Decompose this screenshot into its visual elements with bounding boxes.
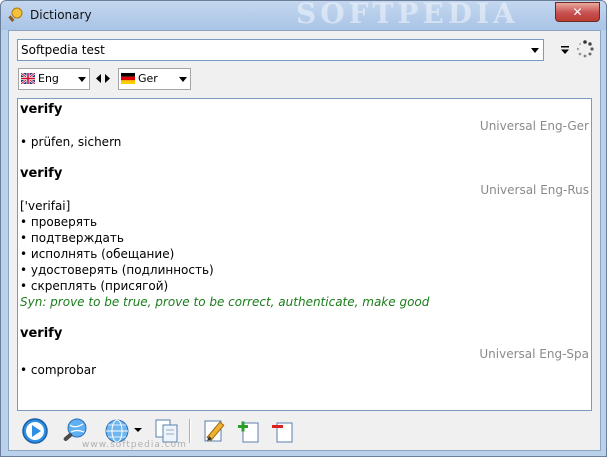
add-page-icon[interactable] [235, 417, 263, 445]
transcription: ['verifai] [20, 199, 71, 213]
loading-spinner-icon [576, 40, 594, 58]
search-input[interactable] [21, 42, 521, 58]
chevron-down-icon [179, 69, 187, 89]
target-language-label: Ger [138, 72, 158, 85]
client-area: Eng Ger verify Universal Eng-Ger • prüfe… [8, 30, 601, 451]
headword: verify [20, 326, 63, 341]
search-combobox[interactable] [17, 39, 544, 61]
headword: verify [20, 102, 63, 117]
translation: • подтверждать [20, 231, 124, 245]
headword: verify [20, 166, 63, 181]
chevron-down-icon [78, 69, 86, 89]
chevron-down-icon [530, 47, 539, 53]
uk-flag-icon [21, 73, 35, 84]
swap-languages-icon[interactable] [96, 74, 110, 83]
remove-page-icon[interactable] [269, 417, 297, 445]
dictionary-source: Universal Eng-Spa [479, 347, 589, 361]
dictionary-source: Universal Eng-Ger [479, 119, 589, 133]
translation: • проверять [20, 215, 98, 229]
translation: • удостоверять (подлинность) [20, 263, 214, 277]
result-entry: verify Universal Eng-Spa • comprobar [18, 326, 591, 378]
chevron-down-icon[interactable] [134, 428, 142, 432]
source-language-label: Eng [38, 72, 59, 85]
translation: • исполнять (обещание) [20, 247, 175, 261]
translation: • prüfen, sichern [20, 135, 122, 149]
edit-icon[interactable] [201, 417, 229, 445]
filter-icon[interactable] [560, 45, 570, 55]
target-language-select[interactable]: Ger [118, 68, 191, 90]
germany-flag-icon [121, 73, 135, 84]
translation: • скреплять (присягой) [20, 279, 169, 293]
result-entry: verify Universal Eng-Ger • prüfen, siche… [18, 99, 591, 150]
footer-watermark: www.softpedia.com [82, 440, 187, 450]
translation: • comprobar [20, 363, 97, 377]
source-language-select[interactable]: Eng [18, 68, 90, 90]
close-button[interactable]: ✕ [555, 2, 600, 22]
app-icon [8, 7, 23, 22]
result-entry: verify Universal Eng-Rus ['verifai] • пр… [18, 166, 591, 310]
watermark: SOFTPEDIA [296, 0, 519, 30]
close-icon: ✕ [572, 5, 583, 19]
window-title: Dictionary [30, 8, 92, 22]
results-pane[interactable]: verify Universal Eng-Ger • prüfen, siche… [17, 98, 592, 411]
play-icon[interactable] [21, 417, 49, 445]
synonyms: Syn: prove to be true, prove to be corre… [20, 295, 430, 309]
search-dropdown-button[interactable] [526, 40, 543, 60]
toolbar-separator [189, 419, 191, 443]
dictionary-window: Dictionary SOFTPEDIA ✕ Softpedia test En… [0, 0, 607, 457]
title-bar[interactable]: Dictionary SOFTPEDIA ✕ [1, 1, 606, 30]
dictionary-source: Universal Eng-Rus [480, 183, 589, 197]
